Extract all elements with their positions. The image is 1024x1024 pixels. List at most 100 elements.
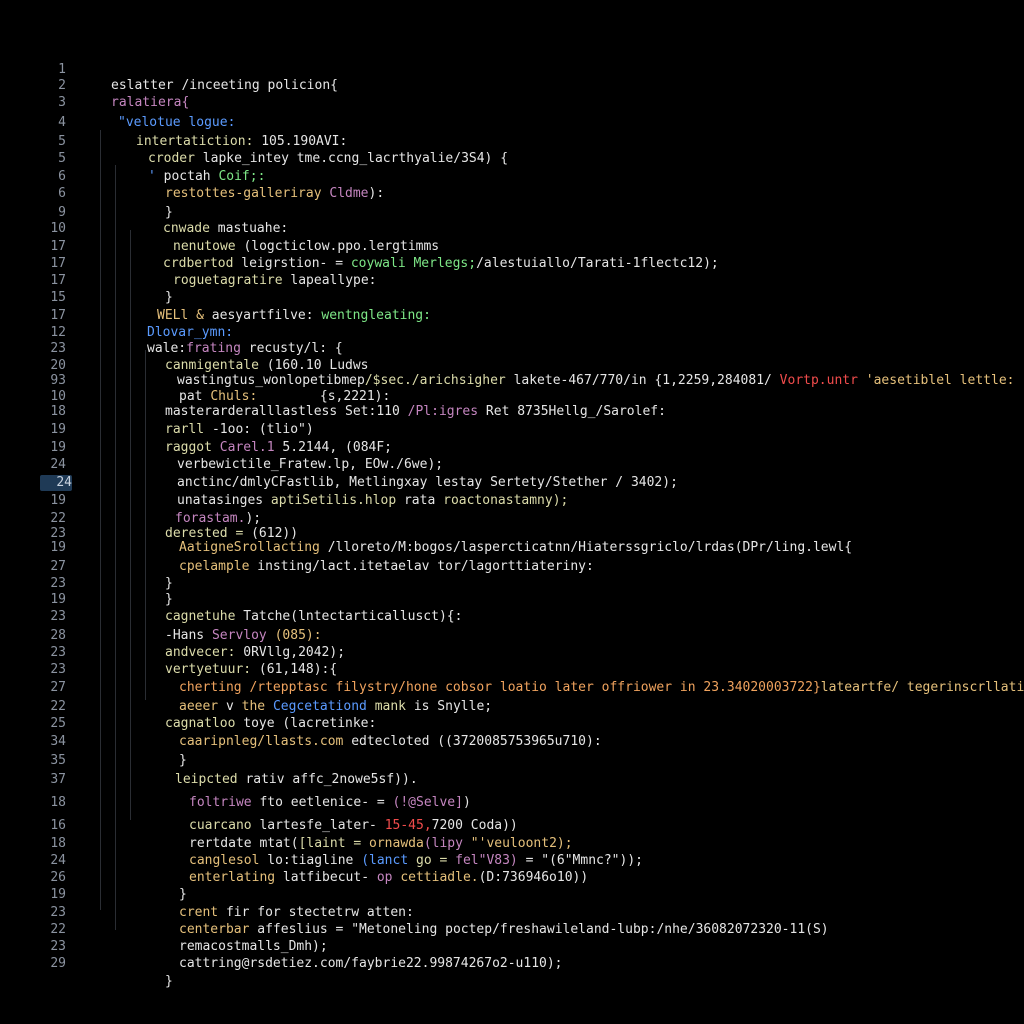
- code-token: raggot: [165, 440, 220, 455]
- code-line[interactable]: }: [179, 887, 187, 903]
- code-token: derested =: [165, 526, 252, 541]
- code-token: }: [179, 887, 187, 902]
- line-number: 5: [58, 134, 66, 149]
- code-line[interactable]: WELl & aesyartfilve: wentngleating:: [157, 308, 431, 324]
- code-line[interactable]: foltriwe fto eetlenice- = (!@Selve]): [189, 795, 471, 811]
- code-line[interactable]: rarll -1oo: (tlio"): [165, 422, 314, 438]
- code-token: cettiadle.: [400, 870, 479, 885]
- code-editor[interactable]: 1 2 3 4 5 5 6 6 9 10 17 17 17 15 17 12 23 20 93 10 18 19 19 24 2…: [0, 0, 1024, 1024]
- line-number: 24: [40, 475, 72, 491]
- code-line[interactable]: rertdate mtat([laint = ornawda(lipy "'ve…: [189, 836, 573, 852]
- code-line[interactable]: croder lapke_intey tme.ccng_lacrthyalie/…: [148, 151, 508, 167]
- code-line[interactable]: roguetagratire lapeallype:: [173, 273, 377, 289]
- code-token: roactonastamny);: [443, 493, 569, 508]
- code-line[interactable]: }: [165, 290, 173, 306]
- code-line[interactable]: intertatiction: 105.190AVI:: [136, 134, 347, 150]
- code-line[interactable]: leipcted rativ affc_2nowe5sf)).: [175, 772, 418, 788]
- code-line[interactable]: ralatiera{: [111, 95, 189, 111]
- line-number: 17: [50, 273, 66, 288]
- code-line[interactable]: ' poctah Coif;:: [148, 169, 265, 185]
- code-line[interactable]: }: [165, 974, 173, 990]
- code-line[interactable]: cagnatloo toye (lacretinke:: [165, 716, 376, 732]
- code-token: Chuls:: [210, 389, 258, 404]
- code-line[interactable]: restottes-galleriray Cldme):: [165, 186, 384, 202]
- code-line[interactable]: remacostmalls_Dmh);: [179, 939, 328, 955]
- line-number: 17: [50, 239, 66, 254]
- code-token: canmigentale: [165, 358, 267, 373]
- code-token: frating: [186, 341, 249, 356]
- line-number: 93: [50, 373, 66, 388]
- code-line[interactable]: cuarcano lartesfe_later- 15-45,7200 Coda…: [189, 818, 518, 834]
- code-line[interactable]: wastingtus_wonlopetibmep/$sec./arichsigh…: [177, 373, 1014, 389]
- line-number: 3: [58, 95, 66, 110]
- code-token: /Pl:igres: [407, 404, 486, 419]
- line-number: 23: [50, 645, 66, 660]
- code-token: ': [148, 169, 164, 184]
- code-line[interactable]: canglesol lo:tiagline (lanct go = fel"V8…: [189, 853, 643, 869]
- code-line[interactable]: nenutowe (logcticlow.ppo.lergtimms: [173, 239, 439, 255]
- code-token: v: [225, 699, 242, 714]
- code-line[interactable]: aeeer v the Cegcetationd mank is Snylle;: [179, 699, 492, 715]
- code-line[interactable]: }: [165, 592, 173, 608]
- code-line[interactable]: AatigneSrollacting /lloreto/M:bogos/lasp…: [179, 540, 852, 556]
- code-token: recusty/l: {: [248, 341, 343, 356]
- code-line[interactable]: centerbar affeslius = "Metoneling poctep…: [179, 922, 829, 938]
- code-token: 0RVllg,2042);: [243, 645, 346, 660]
- code-line[interactable]: canmigentale (160.10 Ludws: [165, 358, 369, 374]
- line-number: 37: [50, 772, 66, 787]
- code-token: (61,148):{: [258, 662, 338, 677]
- code-line[interactable]: forastam.);: [175, 511, 261, 527]
- code-line[interactable]: cherting /rtepptasc filystry/hone cobsor…: [179, 680, 1024, 696]
- code-token: (612)): [251, 526, 299, 541]
- code-token: crdbertod: [163, 256, 242, 271]
- code-token: (160.10 Ludws: [266, 358, 369, 373]
- line-number: 4: [58, 115, 66, 130]
- code-line[interactable]: crent fir for stectetrw atten:: [179, 905, 414, 921]
- code-line[interactable]: eslatter /inceeting policion{: [111, 78, 338, 94]
- line-number: 23: [50, 662, 66, 677]
- line-number: 24: [50, 457, 66, 472]
- code-token: WELl &: [157, 308, 212, 323]
- code-line[interactable]: enterlating latfibecut- op cettiadle.(D:…: [189, 870, 588, 886]
- code-line[interactable]: verbewictile_Fratew.lp, EOw./6we);: [177, 457, 443, 473]
- code-line[interactable]: masterarderalllastless Set:110 /Pl:igres…: [165, 404, 666, 420]
- code-token: aeeer: [179, 699, 226, 714]
- code-line[interactable]: cagnetuhe Tatche(lntectarticallusct){:: [165, 609, 462, 625]
- code-token: (!@Selve]: [392, 795, 463, 810]
- code-line[interactable]: caaripnleg/llasts.com edtecloted ((37200…: [179, 734, 602, 750]
- code-line[interactable]: Dlovar_ymn:: [147, 325, 233, 341]
- code-token: cattring@rsdetiez.com/faybrie22.99874267…: [179, 956, 563, 971]
- code-token: cherting /rtepptasc filystry/hone cobsor…: [179, 680, 821, 695]
- code-line[interactable]: }: [179, 753, 187, 769]
- code-line[interactable]: "velotue logue:: [118, 115, 235, 131]
- code-token: enterlating: [189, 870, 283, 885]
- code-line[interactable]: anctinc/dmlyCFastlib, Metlingxay lestay …: [177, 475, 678, 491]
- code-line[interactable]: wale:frating recusty/l: {: [147, 341, 343, 357]
- code-line[interactable]: cattring@rsdetiez.com/faybrie22.99874267…: [179, 956, 563, 972]
- code-token: "velotue logue:: [118, 115, 236, 130]
- indent-guide: [130, 230, 131, 820]
- code-token: Dlovar_ymn:: [147, 325, 234, 340]
- line-number: 34: [50, 734, 66, 749]
- code-token: centerbar: [179, 922, 258, 937]
- line-number: 24: [50, 853, 66, 868]
- code-token: lo:tiagline: [267, 853, 362, 868]
- code-line[interactable]: raggot Carel.1 5.2144, (084F;: [165, 440, 392, 456]
- code-line[interactable]: }: [165, 205, 173, 221]
- code-token: croder: [148, 151, 203, 166]
- code-line[interactable]: pat Chuls: {s,2221):: [179, 389, 390, 405]
- code-token: wentngleating:: [321, 308, 431, 323]
- code-line[interactable]: andvecer: 0RVllg,2042);: [165, 645, 345, 661]
- line-number: 17: [50, 308, 66, 323]
- code-line[interactable]: -Hans Servloy (085):: [165, 628, 322, 644]
- code-area[interactable]: eslatter /inceeting policion{ralatiera{ "…: [75, 0, 1024, 1024]
- line-number: 23: [50, 576, 66, 591]
- code-line[interactable]: cpelample insting/lact.itetaelav tor/lag…: [179, 559, 594, 575]
- code-token: Ret 8735Hellg_/Sarolef:: [485, 404, 666, 419]
- code-line[interactable]: unatasinges aptiSetilis.hlop rata roacto…: [177, 493, 568, 509]
- code-token: canglesol: [189, 853, 268, 868]
- code-line[interactable]: }: [165, 576, 173, 592]
- code-line[interactable]: cnwade mastuahe:: [163, 221, 288, 237]
- code-line[interactable]: crdbertod leigrstion- = coywali Merlegs;…: [163, 256, 719, 272]
- code-line[interactable]: vertyetuur: (61,148):{: [165, 662, 337, 678]
